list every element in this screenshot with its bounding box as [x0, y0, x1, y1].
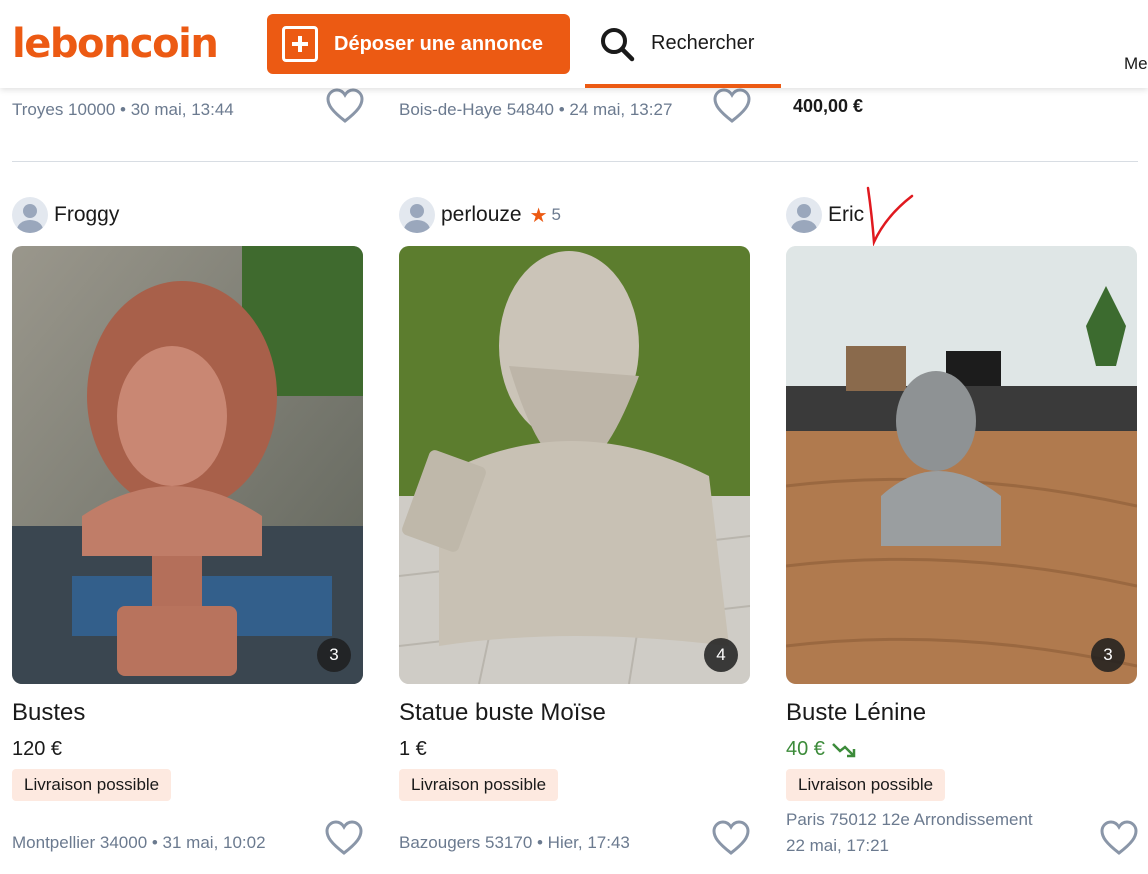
seller-info[interactable]: Froggy [12, 196, 119, 234]
bust-photo [12, 246, 363, 684]
user-avatar-icon [786, 197, 822, 233]
heart-icon[interactable] [1100, 820, 1138, 856]
heart-icon[interactable] [712, 820, 750, 856]
search-label: Rechercher [651, 32, 755, 54]
seller-name: Froggy [54, 203, 120, 226]
plus-square-icon [282, 26, 318, 62]
listing-location: Paris 75012 12e Arrondissement [786, 810, 1033, 829]
user-avatar-icon [12, 197, 48, 233]
listing-photo[interactable]: 3 [12, 246, 363, 684]
bust-photo [786, 246, 1137, 684]
listing-photo[interactable]: 3 [786, 246, 1137, 684]
heart-icon[interactable] [325, 820, 363, 856]
listing-title[interactable]: Statue buste Moïse [399, 699, 606, 727]
prev-listing-meta: Troyes 10000 • 30 mai, 13:44 [12, 100, 234, 119]
prev-listing-price: 400,00 € [793, 96, 864, 116]
seller-info[interactable]: Eric [786, 196, 864, 234]
listing-price: 1 € [399, 738, 427, 760]
seller-rating: 5 [551, 205, 561, 224]
seller-name: Eric [828, 203, 865, 226]
listing-location-date: Paris 75012 12e Arrondissement 22 mai, 1… [786, 807, 1033, 859]
star-icon: ★ [529, 204, 548, 227]
listing-card[interactable]: perlouze ★ 5 4 Statue buste Moïse 1 € Li… [399, 196, 750, 866]
listing-title[interactable]: Buste Lénine [786, 699, 926, 727]
listing-card[interactable]: Froggy 3 Bustes 120 € Livraison possible… [12, 196, 363, 866]
listing-title[interactable]: Bustes [12, 699, 85, 727]
heart-icon[interactable] [713, 88, 751, 124]
listing-photo[interactable]: 4 [399, 246, 750, 684]
listing-card[interactable]: Eric 3 Buste Lénine 40 € Livraison possi… [786, 196, 1138, 866]
delivery-badge: Livraison possible [786, 769, 946, 801]
listing-price: 40 € [786, 738, 857, 761]
heart-icon[interactable] [326, 88, 364, 124]
delivery-badge: Livraison possible [12, 769, 172, 801]
bust-photo [399, 246, 750, 684]
post-ad-label: Déposer une annonce [334, 32, 543, 55]
photo-count-badge: 3 [317, 638, 351, 672]
user-avatar-icon [399, 197, 435, 233]
leboncoin-logo[interactable]: leboncoin [12, 18, 219, 70]
listing-location-date: Bazougers 53170 • Hier, 17:43 [399, 833, 630, 852]
listing-price: 120 € [12, 738, 63, 760]
search-tab[interactable]: Rechercher [585, 14, 781, 88]
photo-count-badge: 4 [704, 638, 738, 672]
seller-name: perlouze [441, 203, 522, 226]
listing-date: 22 mai, 17:21 [786, 836, 890, 855]
red-check-annotation [866, 186, 914, 246]
seller-info[interactable]: perlouze ★ 5 [399, 196, 561, 234]
photo-count-badge: 3 [1091, 638, 1125, 672]
prev-listing-meta: Bois-de-Haye 54840 • 24 mai, 13:27 [399, 100, 673, 119]
search-icon [601, 28, 635, 62]
active-tab-indicator [585, 84, 781, 88]
delivery-badge: Livraison possible [399, 769, 559, 801]
listing-location-date: Montpellier 34000 • 31 mai, 10:02 [12, 833, 266, 852]
menu-label-partial[interactable]: Me [1124, 54, 1148, 74]
trend-down-icon [832, 742, 856, 757]
post-ad-button[interactable]: Déposer une annonce [267, 14, 570, 74]
row-divider [12, 161, 1138, 162]
top-header: leboncoin Déposer une annonce Rechercher… [0, 0, 1148, 88]
